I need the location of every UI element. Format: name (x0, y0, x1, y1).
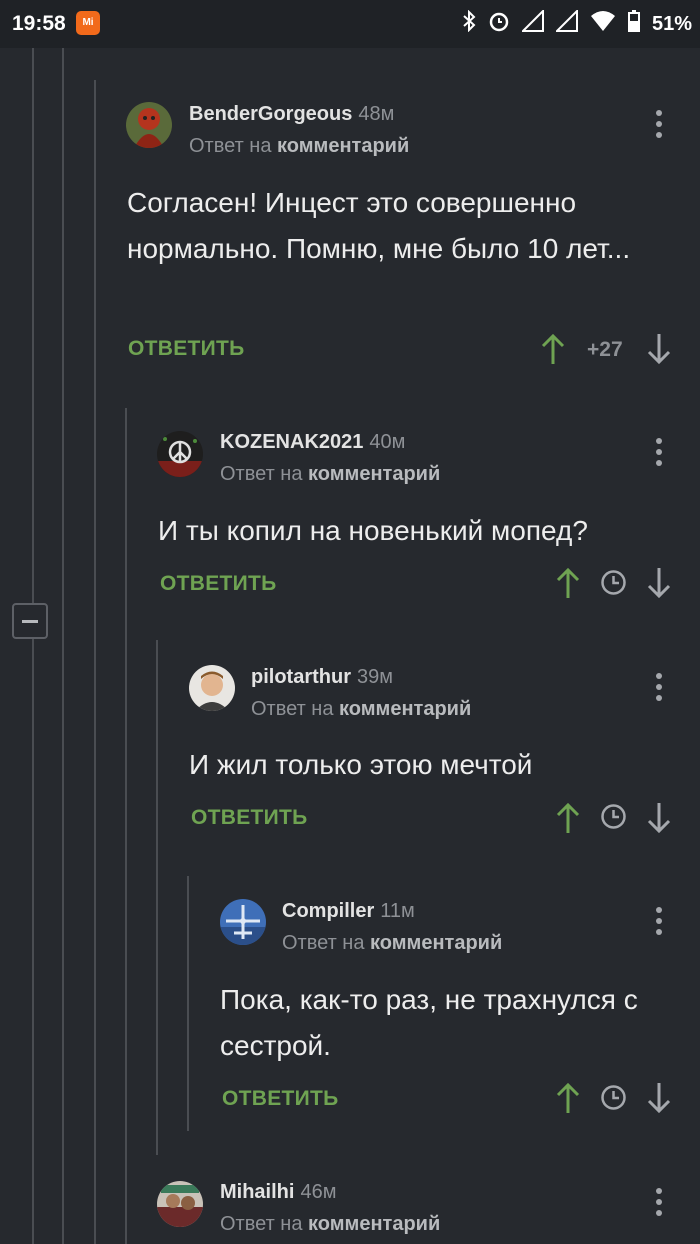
avatar[interactable] (220, 899, 266, 945)
comment-text: Согласен! Инцест это совершенно нормальн… (127, 187, 631, 264)
signal-icon-1 (520, 8, 544, 38)
bluetooth-icon (462, 9, 476, 38)
downvote-icon[interactable] (647, 1082, 671, 1119)
clock-icon (600, 1084, 627, 1116)
reply-button[interactable]: ОТВЕТИТЬ (191, 806, 308, 830)
thread-line (156, 640, 158, 1155)
comment-time: 46м (300, 1181, 337, 1203)
wifi-icon (590, 10, 616, 38)
reply-to-label: Ответ на комментарий (282, 932, 502, 955)
reply-button[interactable]: ОТВЕТИТЬ (128, 337, 245, 361)
clock-icon (600, 569, 627, 601)
battery-percent: 51% (651, 12, 692, 35)
comment-time: 40м (369, 431, 406, 453)
username[interactable]: Mihailhi 46м (220, 1181, 336, 1204)
thread-line (62, 48, 64, 1244)
upvote-icon[interactable] (541, 333, 565, 370)
more-options-icon[interactable] (655, 438, 663, 468)
thread-line (125, 408, 127, 1244)
more-options-icon[interactable] (655, 110, 663, 140)
more-options-icon[interactable] (655, 907, 663, 937)
reply-to-link[interactable]: комментарий (308, 463, 440, 485)
clock-icon (600, 803, 627, 835)
reply-prefix: Ответ на (220, 1213, 303, 1235)
avatar[interactable] (157, 431, 203, 477)
comment-time: 11м (380, 900, 415, 922)
comment-text: И ты копил на новенький мопед? (158, 515, 588, 546)
reply-button[interactable]: ОТВЕТИТЬ (160, 572, 277, 596)
username[interactable]: BenderGorgeous 48м (189, 103, 394, 126)
battery-icon (627, 10, 640, 38)
reply-prefix: Ответ на (282, 932, 365, 954)
downvote-icon[interactable] (647, 567, 671, 604)
mi-app-icon: Mi (76, 11, 100, 35)
username[interactable]: KOZENAK2021 40м (220, 431, 405, 454)
avatar[interactable] (189, 665, 235, 711)
comment-time: 39м (357, 666, 393, 688)
reply-to-label: Ответ на комментарий (189, 135, 409, 158)
collapse-thread-button[interactable] (12, 603, 48, 639)
status-bar: 19:58 Mi 51% (0, 0, 700, 48)
comment-rating: +27 (587, 338, 623, 361)
comment-time: 48м (358, 103, 395, 125)
username-text[interactable]: pilotarthur (251, 666, 351, 688)
thread-line (94, 80, 96, 1244)
reply-prefix: Ответ на (189, 135, 272, 157)
username[interactable]: pilotarthur 39м (251, 666, 393, 689)
upvote-icon[interactable] (556, 1082, 580, 1119)
username-text[interactable]: Compiller (282, 900, 374, 922)
avatar[interactable] (157, 1181, 203, 1227)
signal-icon-2 (554, 8, 578, 38)
more-options-icon[interactable] (655, 673, 663, 703)
thread-line (187, 876, 189, 1131)
reply-to-link[interactable]: комментарий (370, 932, 502, 954)
reply-to-link[interactable]: комментарий (339, 698, 471, 720)
username-text[interactable]: KOZENAK2021 (220, 431, 363, 453)
downvote-icon[interactable] (647, 333, 671, 370)
reply-to-link[interactable]: комментарий (308, 1213, 440, 1235)
comment-text: И жил только этою мечтой (189, 749, 533, 780)
username-text[interactable]: BenderGorgeous (189, 103, 352, 125)
minus-icon (22, 620, 38, 623)
status-icons: 51% (462, 8, 692, 38)
upvote-icon[interactable] (556, 802, 580, 839)
reply-to-link[interactable]: комментарий (277, 135, 409, 157)
reply-prefix: Ответ на (220, 463, 303, 485)
reply-prefix: Ответ на (251, 698, 334, 720)
reply-to-label: Ответ на комментарий (220, 463, 440, 486)
username[interactable]: Compiller 11м (282, 900, 415, 923)
comment-text: Пока, как-то раз, не трахнулся с сестрой… (220, 984, 638, 1061)
downvote-icon[interactable] (647, 802, 671, 839)
reply-button[interactable]: ОТВЕТИТЬ (222, 1087, 339, 1111)
thread-line (32, 48, 34, 1244)
alarm-icon (488, 10, 510, 38)
reply-to-label: Ответ на комментарий (220, 1213, 440, 1236)
reply-to-label: Ответ на комментарий (251, 698, 471, 721)
status-time: 19:58 (12, 12, 66, 35)
username-text[interactable]: Mihailhi (220, 1181, 294, 1203)
avatar[interactable] (126, 102, 172, 148)
more-options-icon[interactable] (655, 1188, 663, 1218)
upvote-icon[interactable] (556, 567, 580, 604)
